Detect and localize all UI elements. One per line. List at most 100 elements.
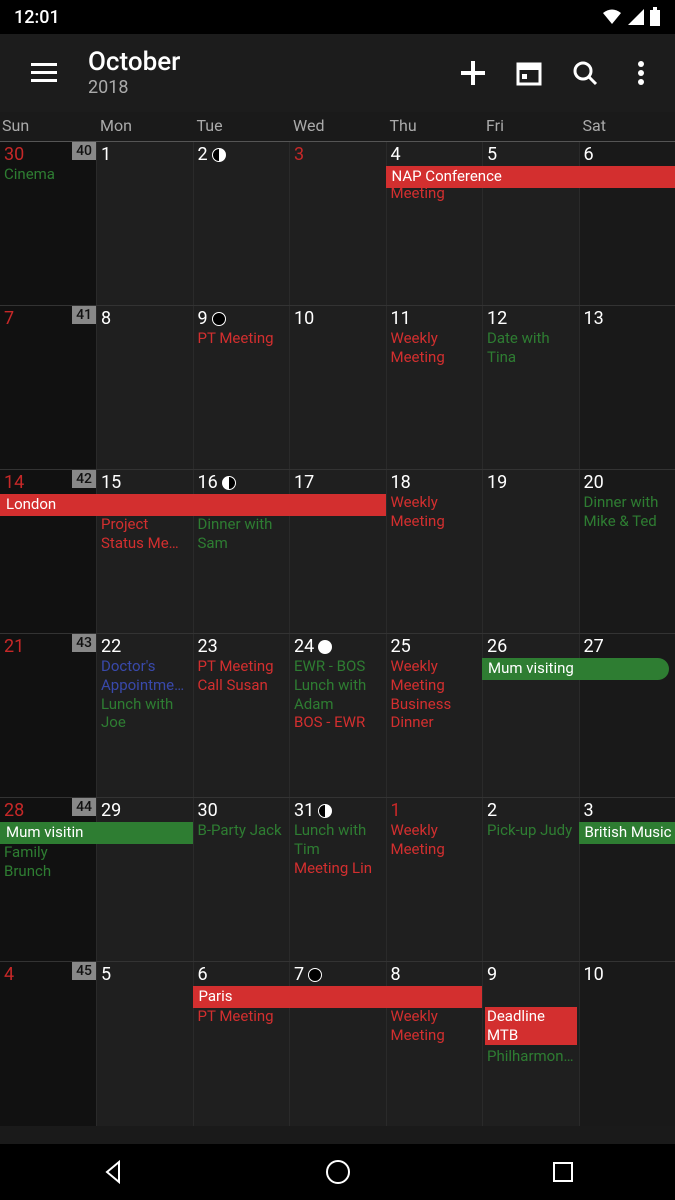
day-cell[interactable]: 22Doctor's Appointme…Lunch with Joe [96,634,193,797]
day-cell[interactable]: 25Weekly MeetingBusiness Dinner [386,634,483,797]
event-item[interactable]: Cinema [2,165,94,184]
event-item[interactable]: Lunch with Tim [292,821,384,859]
event-item[interactable]: Lunch with Adam [292,676,384,714]
event-item[interactable]: Dinner with Mike & Ted [582,493,674,531]
recent-icon [552,1161,574,1183]
nav-recent[interactable] [523,1148,603,1196]
day-cell[interactable]: 1Weekly Meeting [386,798,483,961]
event-item[interactable]: BOS - EWR [292,713,384,732]
day-cell[interactable]: 20Dinner with Mike & Ted [579,470,675,633]
day-number: 22 [97,634,193,657]
day-cell[interactable]: 19 [482,470,579,633]
event-item[interactable]: Weekly Meeting [389,329,481,367]
day-cell[interactable]: 4030Cinema [0,142,96,305]
week-number: 40 [72,142,96,160]
event-item[interactable]: Weekly Meeting [389,657,481,695]
multi-day-event[interactable]: NAP Conference [386,166,675,188]
event-item[interactable]: PT Meeting [196,657,288,676]
day-number: 23 [194,634,290,657]
event-item[interactable]: Philharmonic [485,1047,577,1066]
overflow-button[interactable] [613,45,669,101]
week-row: 4428Family Brunch2930B-Party Jack31Lunch… [0,798,675,962]
day-cell[interactable]: 454 [0,962,96,1126]
nav-home[interactable] [298,1148,378,1196]
moon-phase-icon [318,640,332,654]
menu-button[interactable] [20,49,68,97]
day-number: 10 [580,962,675,985]
day-cell[interactable]: 4321 [0,634,96,797]
today-button[interactable] [501,45,557,101]
multi-day-event[interactable]: Mum visitin [0,822,193,844]
hamburger-icon [31,63,57,83]
event-item[interactable]: Doctor's Appointme… [99,657,191,695]
add-button[interactable] [445,45,501,101]
wifi-icon [601,8,623,26]
day-number: 8 [387,962,483,985]
title-month: October [88,48,445,77]
day-number: 1 [97,142,193,165]
title-block[interactable]: October 2018 [88,48,445,98]
day-number: 4 [387,142,483,165]
event-item[interactable]: Dinner with Sam [196,515,288,553]
day-cell[interactable]: 30B-Party Jack [193,798,290,961]
event-item[interactable]: Deadline MTB [485,1007,577,1045]
day-cell[interactable]: 9 Deadline MTB Philharmonic [482,962,579,1126]
week-number: 43 [72,634,96,652]
day-cell[interactable]: 417 [0,306,96,469]
day-number: 8 [97,306,193,329]
day-cell[interactable]: 9PT Meeting [193,306,290,469]
day-number: 25 [387,634,483,657]
title-year: 2018 [88,78,445,98]
day-cell[interactable]: 2Pick-up Judy [482,798,579,961]
day-cell[interactable]: 23PT MeetingCall Susan [193,634,290,797]
day-cell[interactable]: 5 [96,962,193,1126]
day-cell[interactable]: 24EWR - BOSLunch with AdamBOS - EWR [289,634,386,797]
event-item[interactable]: B-Party Jack [196,821,288,840]
event-item[interactable]: Pick-up Judy [485,821,577,840]
event-item[interactable]: Call Susan [196,676,288,695]
week-row: 41789PT Meeting1011Weekly Meeting12Date … [0,306,675,470]
event-item[interactable]: Lunch with Joe [99,695,191,733]
day-cell[interactable]: 11Weekly Meeting [386,306,483,469]
day-number: 9 [194,306,290,329]
event-item[interactable]: EWR - BOS [292,657,384,676]
event-item[interactable]: Weekly Meeting [389,1007,481,1045]
event-item[interactable]: Meeting Lin [292,859,384,878]
day-header: Sun [0,112,96,141]
day-number: 16 [194,470,290,493]
day-cell[interactable]: 1 [96,142,193,305]
day-cell[interactable]: 18Weekly Meeting [386,470,483,633]
events-container: B-Party Jack [194,821,290,840]
day-header: Tue [193,112,290,141]
event-item[interactable]: PT Meeting [196,329,288,348]
day-cell[interactable]: 3 [289,142,386,305]
event-item[interactable]: Family Brunch [2,843,94,881]
event-item[interactable]: Weekly Meeting [389,821,481,859]
day-cell[interactable]: 10 [579,962,675,1126]
multi-day-event[interactable]: British Music Fes… [579,822,675,844]
day-number: 1 [387,798,483,821]
multi-day-event[interactable]: Paris [193,986,483,1008]
day-cell[interactable]: 8 [96,306,193,469]
search-button[interactable] [557,45,613,101]
status-time: 12:01 [14,7,60,28]
multi-day-event[interactable]: Mum visiting [482,658,669,680]
day-number: 9 [483,962,579,985]
event-item[interactable]: Business Dinner [389,695,481,733]
multi-day-event[interactable]: London [0,494,386,516]
day-cell[interactable]: 12Date with Tina [482,306,579,469]
event-item[interactable]: Date with Tina [485,329,577,367]
day-cell[interactable]: 2 [193,142,290,305]
week-number: 41 [72,306,96,324]
day-cell[interactable]: 10 [289,306,386,469]
day-cell[interactable]: 13 [579,306,675,469]
event-item[interactable]: Weekly Meeting [389,493,481,531]
nav-back[interactable] [73,1148,153,1196]
back-icon [101,1160,125,1184]
event-item[interactable]: PT Meeting [196,1007,288,1026]
more-vert-icon [638,61,644,85]
event-item[interactable]: Project Status Me… [99,515,191,553]
day-number: 2 [194,142,290,165]
day-cell[interactable]: 31Lunch with TimMeeting Lin [289,798,386,961]
day-header: Wed [289,112,386,141]
